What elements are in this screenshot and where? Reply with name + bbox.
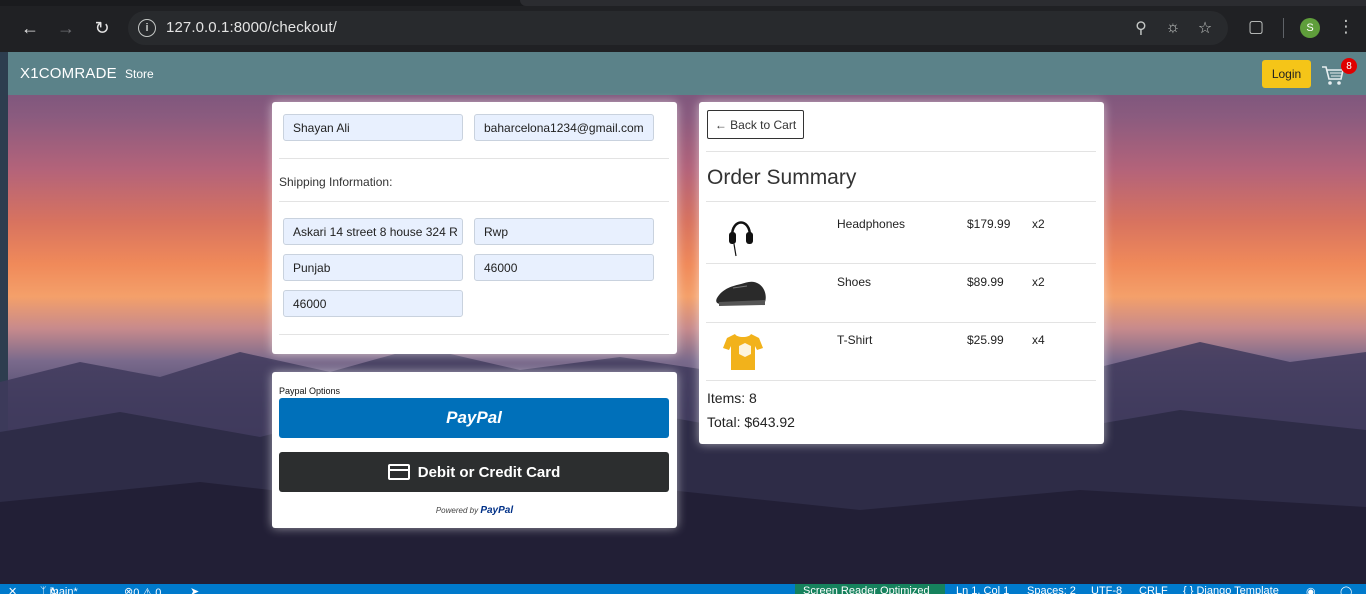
country-field[interactable]: 46000 — [283, 290, 463, 317]
browser-toolbar: ← → ↻ i 127.0.0.1:8000/checkout/ ⚲ ☼ ☆ ▢… — [0, 0, 1366, 52]
ports-icon[interactable]: ➤ — [190, 585, 199, 594]
paypal-logo-text: PayPal — [480, 505, 514, 516]
menu-kebab-icon[interactable]: ⋮ — [1334, 15, 1358, 39]
item-quantity: x2 — [1032, 275, 1045, 289]
address-field[interactable]: Askari 14 street 8 house 324 R — [283, 218, 463, 245]
items-count: Items: 8 — [707, 390, 757, 406]
divider — [706, 380, 1096, 381]
email-field[interactable]: baharcelona1234@gmail.com — [474, 114, 654, 141]
paypal-options-label: Paypal Options — [279, 386, 341, 396]
name-field[interactable]: Shayan Ali — [283, 114, 463, 141]
divider — [279, 334, 669, 335]
checkout-form: Shayan Ali baharcelona1234@gmail.com Shi… — [272, 102, 677, 354]
item-name: T-Shirt — [837, 333, 873, 347]
order-summary: ← Back to Cart Order Summary Headphones … — [699, 102, 1104, 444]
git-branch[interactable]: ᛉ main* ↻ — [40, 585, 78, 594]
order-total: Total: $643.92 — [707, 414, 795, 430]
line-endings[interactable]: CRLF — [1139, 585, 1168, 594]
divider — [279, 158, 669, 159]
reload-icon[interactable]: ↻ — [88, 14, 116, 42]
powered-by-paypal: Powered by PayPal — [272, 505, 677, 516]
item-name: Shoes — [837, 275, 872, 289]
paypal-button[interactable]: PayPal — [279, 398, 669, 438]
back-to-cart-button[interactable]: ← Back to Cart — [707, 110, 804, 139]
cart-count-badge: 8 — [1341, 58, 1357, 74]
forward-arrow-icon[interactable]: → — [52, 14, 80, 42]
encoding[interactable]: UTF-8 — [1091, 585, 1122, 594]
item-name: Headphones — [837, 217, 906, 231]
tshirt-image — [723, 334, 763, 370]
nav-link-store[interactable]: Store — [125, 67, 154, 81]
copilot-icon[interactable]: ◉ — [1306, 585, 1316, 594]
cursor-position[interactable]: Ln 1, Col 1 — [956, 585, 1009, 594]
page-viewport: X1COMRADE Store Login 8 Shayan Ali bahar… — [0, 52, 1366, 584]
zoom-icon[interactable]: ⚲ — [1130, 17, 1152, 39]
powered-by-text: Powered by — [435, 506, 479, 515]
problems-count: 0 ⚠ 0 — [133, 587, 162, 594]
state-field[interactable]: Punjab — [283, 254, 463, 281]
shipping-heading: Shipping Information: — [279, 175, 393, 189]
item-quantity: x4 — [1032, 333, 1045, 347]
divider — [706, 201, 1096, 202]
brand-logo[interactable]: X1COMRADE — [20, 65, 117, 82]
credit-card-icon — [387, 464, 410, 480]
remote-icon[interactable]: ✕ — [8, 585, 17, 594]
active-tab-edge — [520, 0, 1366, 6]
divider — [706, 322, 1096, 323]
branch-name: main* — [49, 586, 78, 594]
url-text: 127.0.0.1:8000/checkout/ — [166, 19, 337, 36]
login-button[interactable]: Login — [1262, 60, 1311, 88]
mountain-silhouette — [0, 342, 1366, 584]
payment-options: Paypal Options PayPal Debit or Credit Ca… — [272, 372, 677, 528]
paypal-button-label: PayPal — [446, 408, 502, 427]
divider — [279, 201, 669, 202]
debit-credit-card-button[interactable]: Debit or Credit Card — [279, 452, 669, 492]
indentation[interactable]: Spaces: 2 — [1027, 585, 1076, 594]
extensions-icon[interactable]: ▢ — [1244, 15, 1268, 39]
notifications-icon[interactable]: ◯ — [1340, 585, 1352, 594]
card-button-label: Debit or Credit Card — [417, 463, 561, 481]
site-info-icon[interactable]: i — [138, 19, 156, 37]
language-mode[interactable]: { } Django Template — [1183, 585, 1279, 594]
address-bar[interactable]: i 127.0.0.1:8000/checkout/ ⚲ ☼ ☆ — [128, 11, 1228, 45]
item-price: $179.99 — [967, 217, 1011, 231]
tab-strip — [0, 0, 1366, 6]
item-quantity: x2 — [1032, 217, 1045, 231]
item-price: $25.99 — [967, 333, 1004, 347]
summary-title: Order Summary — [707, 166, 857, 189]
divider — [706, 263, 1096, 264]
divider — [706, 151, 1096, 152]
back-arrow-icon[interactable]: ← — [16, 14, 44, 42]
headphones-image — [729, 221, 753, 257]
shoes-image — [716, 281, 766, 306]
eye-off-icon[interactable]: ☼ — [1162, 17, 1184, 39]
bookmark-star-icon[interactable]: ☆ — [1194, 17, 1216, 39]
site-navbar: X1COMRADE Store Login 8 — [8, 52, 1366, 95]
item-price: $89.99 — [967, 275, 1004, 289]
city-field[interactable]: Rwp — [474, 218, 654, 245]
editor-status-bar: ✕ ᛉ main* ↻ ⊗ 0 ⚠ 0 ➤ Screen Reader Opti… — [0, 584, 1366, 594]
toolbar-separator — [1283, 18, 1284, 38]
zipcode-field[interactable]: 46000 — [474, 254, 654, 281]
screen-reader-label[interactable]: Screen Reader Optimized — [803, 585, 930, 594]
profile-avatar[interactable]: S — [1300, 18, 1320, 38]
problems-indicator[interactable]: ⊗ 0 ⚠ 0 — [124, 585, 161, 594]
